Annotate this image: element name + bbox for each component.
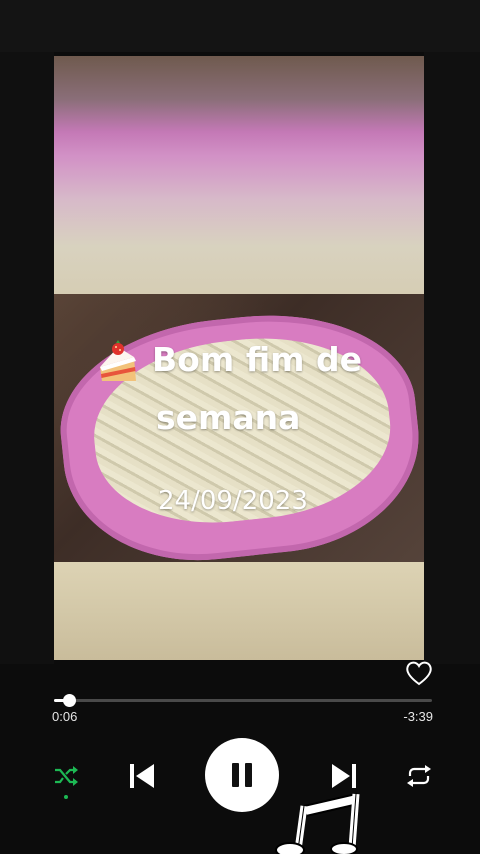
pause-button[interactable] bbox=[205, 738, 279, 812]
story-title-line-1: Bom fim de bbox=[152, 340, 363, 379]
previous-button[interactable] bbox=[122, 756, 162, 796]
shuffle-active-dot bbox=[64, 795, 68, 799]
progress-bar[interactable] bbox=[54, 694, 432, 707]
elapsed-time: 0:06 bbox=[52, 709, 78, 724]
music-note-icon bbox=[275, 792, 360, 854]
skip-next-icon bbox=[332, 764, 356, 788]
cake-slice-icon bbox=[100, 340, 136, 381]
status-bar-area bbox=[0, 0, 480, 52]
blurred-background-top bbox=[54, 56, 424, 294]
pause-icon bbox=[232, 763, 252, 787]
story-title-line-2: semana bbox=[156, 398, 301, 437]
repeat-button[interactable] bbox=[402, 760, 436, 792]
story-date: 24/09/2023 bbox=[158, 486, 308, 516]
repeat-icon bbox=[407, 765, 431, 787]
remaining-time: -3:39 bbox=[403, 709, 433, 724]
skip-previous-icon bbox=[130, 764, 154, 788]
heart-icon[interactable] bbox=[404, 658, 434, 688]
progress-thumb[interactable] bbox=[63, 694, 77, 707]
shuffle-icon bbox=[55, 766, 78, 786]
side-background-right bbox=[424, 52, 480, 664]
blurred-background-bottom bbox=[54, 562, 424, 660]
side-background-left bbox=[0, 52, 54, 664]
next-button[interactable] bbox=[324, 756, 364, 796]
shuffle-button[interactable] bbox=[50, 760, 82, 792]
